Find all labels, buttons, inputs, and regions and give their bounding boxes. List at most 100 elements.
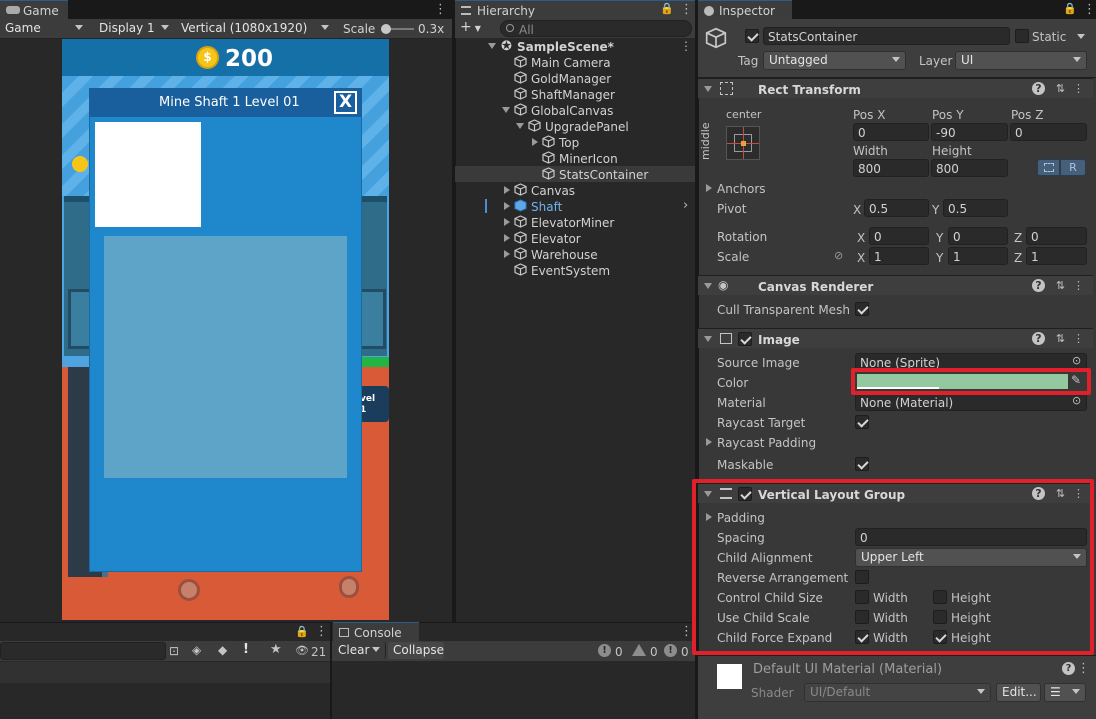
warning-count-icon[interactable]: [632, 644, 646, 656]
hierarchy-item[interactable]: MinerIcon: [455, 150, 695, 166]
preset-icon[interactable]: ⇅: [1054, 82, 1067, 95]
width-field[interactable]: 800: [853, 159, 929, 177]
rot-z-field[interactable]: 0: [1026, 227, 1087, 245]
hierarchy-item[interactable]: Elevator: [455, 230, 695, 246]
tab-hierarchy[interactable]: Hierarchy: [455, 0, 695, 19]
favorite-icon[interactable]: ★: [270, 643, 282, 656]
hierarchy-item[interactable]: Warehouse: [455, 246, 695, 262]
object-name-field[interactable]: StatsContainer: [763, 27, 1010, 45]
static-dropdown-arrow[interactable]: [1077, 34, 1085, 39]
close-button[interactable]: X: [334, 91, 357, 114]
label-icon[interactable]: ◆: [218, 644, 227, 656]
preset-icon[interactable]: ⇅: [1054, 279, 1067, 292]
fold-arrow-icon[interactable]: [706, 438, 712, 446]
kebab-menu-icon[interactable]: ⋮: [1072, 332, 1085, 345]
scale-z-field[interactable]: 1: [1026, 247, 1087, 265]
fold-arrow-icon[interactable]: [502, 107, 510, 113]
fold-arrow-icon[interactable]: [706, 184, 712, 192]
raycast-padding-label[interactable]: Raycast Padding: [717, 437, 816, 449]
hierarchy-search-input[interactable]: All: [500, 20, 692, 37]
hierarchy-item-selected[interactable]: StatsContainer: [455, 166, 695, 182]
posy-field[interactable]: -90: [931, 123, 1008, 141]
error-count-icon[interactable]: !: [664, 644, 677, 657]
fold-arrow-icon[interactable]: [504, 186, 510, 194]
fold-arrow-icon[interactable]: [704, 336, 712, 342]
preset-icon[interactable]: ⇅: [1054, 332, 1067, 345]
kebab-menu-icon[interactable]: ⋮: [1072, 279, 1085, 292]
image-enabled-toggle[interactable]: [738, 332, 752, 346]
cull-transparent-checkbox[interactable]: [855, 302, 869, 316]
hierarchy-item[interactable]: ShaftManager: [455, 86, 695, 102]
fold-arrow-icon[interactable]: [504, 202, 510, 210]
pivot-x-field[interactable]: 0.5: [864, 199, 929, 217]
chevron-right-icon[interactable]: ›: [683, 198, 688, 213]
filter-icon[interactable]: ◈: [192, 644, 201, 656]
fold-arrow-icon[interactable]: [488, 43, 496, 49]
shader-edit-button[interactable]: Edit...: [996, 683, 1041, 702]
object-picker-icon[interactable]: ⊙: [1072, 355, 1081, 366]
hierarchy-item[interactable]: UpgradePanel: [455, 118, 695, 134]
hierarchy-item[interactable]: GoldManager: [455, 70, 695, 86]
help-icon[interactable]: ?: [1032, 332, 1045, 345]
hierarchy-item[interactable]: ElevatorMiner: [455, 214, 695, 230]
kebab-menu-icon[interactable]: ⋮: [434, 3, 447, 16]
fold-arrow-icon[interactable]: [504, 234, 510, 242]
hierarchy-item-prefab[interactable]: Shaft ›: [455, 198, 695, 214]
kebab-menu-icon[interactable]: ⋮: [1083, 3, 1096, 16]
help-icon[interactable]: ?: [1032, 279, 1045, 292]
lock-icon[interactable]: 🔒: [1063, 3, 1077, 14]
resolution-dropdown[interactable]: Vertical (1080x1920): [176, 20, 334, 37]
shader-options-button[interactable]: ☰: [1044, 683, 1086, 702]
lock-icon[interactable]: 🔒: [295, 626, 309, 637]
scale-slider-handle[interactable]: [381, 24, 391, 34]
scale-y-field[interactable]: 1: [948, 247, 1008, 265]
fold-arrow-icon[interactable]: [504, 250, 510, 258]
pivot-y-field[interactable]: 0.5: [943, 199, 1008, 217]
kebab-menu-icon[interactable]: ⋮: [1077, 662, 1090, 675]
hierarchy-item[interactable]: EventSystem: [455, 262, 695, 278]
clear-button[interactable]: Clear: [333, 642, 386, 659]
height-field[interactable]: 800: [931, 159, 1008, 177]
kebab-menu-icon[interactable]: ⋮: [315, 625, 328, 638]
tab-game[interactable]: Game: [0, 0, 68, 19]
hierarchy-item[interactable]: GlobalCanvas: [455, 102, 695, 118]
help-icon[interactable]: ?: [1032, 82, 1045, 95]
scene-row[interactable]: ✪ SampleScene* ⋮: [455, 38, 695, 54]
display-dropdown[interactable]: Display 1: [94, 20, 174, 37]
search-by-type-icon[interactable]: ⊡: [169, 645, 179, 657]
posz-field[interactable]: 0: [1010, 123, 1087, 141]
fold-arrow-icon[interactable]: [516, 123, 524, 129]
warning-filter-icon[interactable]: !: [243, 643, 249, 656]
active-toggle[interactable]: [745, 29, 759, 43]
kebab-menu-icon[interactable]: ⋮: [1072, 82, 1085, 95]
material-field[interactable]: None (Material): [855, 393, 1087, 411]
maskable-checkbox[interactable]: [855, 457, 869, 471]
lock-icon[interactable]: 🔒: [660, 3, 674, 14]
rot-x-field[interactable]: 0: [869, 227, 929, 245]
anchor-preset-button[interactable]: [726, 126, 760, 160]
tab-inspector[interactable]: Inspector: [698, 0, 792, 19]
hierarchy-item[interactable]: Top: [455, 134, 695, 150]
scale-x-field[interactable]: 1: [869, 247, 929, 265]
game-mode-dropdown[interactable]: Game: [0, 20, 88, 37]
raycast-target-checkbox[interactable]: [855, 415, 869, 429]
static-toggle[interactable]: [1015, 29, 1029, 43]
kebab-menu-icon[interactable]: ⋮: [680, 3, 693, 16]
link-scale-icon[interactable]: ⊘: [834, 250, 843, 261]
info-count-icon[interactable]: !: [598, 644, 611, 657]
raw-edit-button[interactable]: R: [1060, 159, 1086, 176]
object-picker-icon[interactable]: ⊙: [1072, 395, 1081, 406]
tag-dropdown[interactable]: Untagged: [763, 51, 906, 70]
hierarchy-item[interactable]: Main Camera: [455, 54, 695, 70]
hidden-packages-icon[interactable]: 👁: [295, 645, 309, 656]
help-icon[interactable]: ?: [1062, 662, 1075, 675]
fold-arrow-icon[interactable]: [504, 218, 510, 226]
image-header[interactable]: Image ? ⇅ ⋮: [698, 328, 1093, 348]
create-button[interactable]: + ▼: [460, 20, 481, 34]
canvas-renderer-header[interactable]: ◉ Canvas Renderer ? ⇅ ⋮: [698, 275, 1093, 295]
blueprint-mode-button[interactable]: [1037, 159, 1060, 176]
posx-field[interactable]: 0: [853, 123, 929, 141]
shader-dropdown[interactable]: UI/Default: [804, 683, 991, 702]
tab-console[interactable]: Console: [333, 622, 419, 641]
hierarchy-item[interactable]: Canvas: [455, 182, 695, 198]
